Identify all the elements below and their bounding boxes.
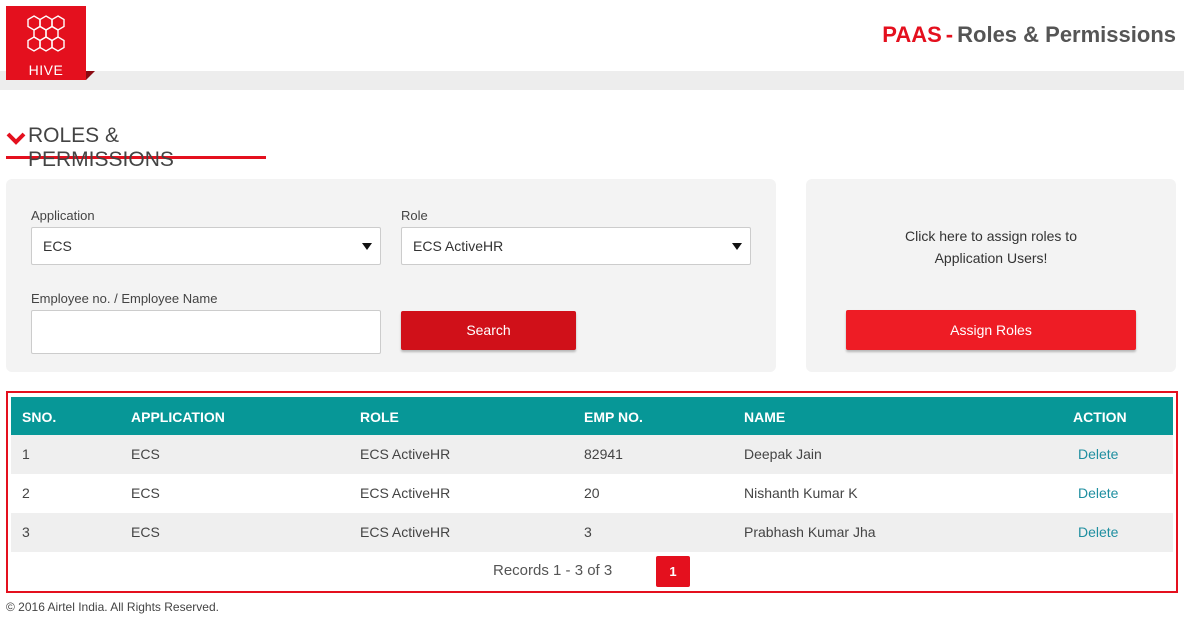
column-header-sno: SNO. (22, 409, 57, 425)
chevron-down-icon (6, 132, 26, 145)
assign-roles-hint: Click here to assign roles to Applicatio… (806, 225, 1176, 269)
assign-hint-line2: Application Users! (934, 250, 1048, 266)
cell-emp-no: 20 (584, 485, 600, 501)
caret-down-icon (362, 243, 372, 250)
table-row: 3 ECS ECS ActiveHR 3 Prabhash Kumar Jha … (11, 513, 1173, 552)
employee-label: Employee no. / Employee Name (31, 291, 218, 306)
logo-fold (86, 71, 95, 80)
cell-sno: 3 (22, 524, 30, 540)
application-select[interactable]: ECS (31, 227, 381, 265)
column-header-action: ACTION (1073, 409, 1127, 425)
cell-name: Prabhash Kumar Jha (744, 524, 876, 540)
employee-search-input[interactable] (31, 310, 381, 354)
assign-roles-panel: Click here to assign roles to Applicatio… (806, 179, 1176, 372)
hexagon-cluster-icon (27, 15, 65, 52)
application-label: Application (31, 208, 95, 223)
assign-roles-button[interactable]: Assign Roles (846, 310, 1136, 350)
role-select[interactable]: ECS ActiveHR (401, 227, 751, 265)
delete-link[interactable]: Delete (1078, 524, 1118, 540)
table-row: 1 ECS ECS ActiveHR 82941 Deepak Jain Del… (11, 435, 1173, 474)
app-title-separator: - (945, 22, 954, 47)
app-title-text: Roles & Permissions (957, 22, 1176, 47)
page-title: ROLES & PERMISSIONS (28, 124, 174, 171)
app-title: PAAS - Roles & Permissions (882, 22, 1176, 48)
header-strip (0, 71, 1184, 90)
delete-link[interactable]: Delete (1078, 485, 1118, 501)
role-select-value: ECS ActiveHR (413, 238, 504, 254)
cell-role: ECS ActiveHR (360, 524, 451, 540)
role-label: Role (401, 208, 428, 223)
cell-role: ECS ActiveHR (360, 485, 451, 501)
hive-logo[interactable]: HIVE (6, 6, 86, 80)
cell-role: ECS ActiveHR (360, 446, 451, 462)
filter-panel: Application ECS Role ECS ActiveHR Employ… (6, 179, 776, 372)
pagination: Records 1 - 3 of 3 1 (11, 555, 1173, 588)
results-table: SNO. APPLICATION ROLE EMP NO. NAME ACTIO… (6, 391, 1178, 593)
application-select-value: ECS (43, 238, 72, 254)
column-header-application: APPLICATION (131, 409, 225, 425)
cell-name: Nishanth Kumar K (744, 485, 858, 501)
delete-link[interactable]: Delete (1078, 446, 1118, 462)
cell-emp-no: 3 (584, 524, 592, 540)
cell-sno: 2 (22, 485, 30, 501)
column-header-name: NAME (744, 409, 786, 425)
caret-down-icon (732, 243, 742, 250)
column-header-emp-no: EMP NO. (584, 409, 643, 425)
app-title-brand: PAAS (882, 22, 942, 47)
cell-application: ECS (131, 524, 160, 540)
section-heading[interactable]: ROLES & PERMISSIONS (6, 124, 266, 171)
cell-sno: 1 (22, 446, 30, 462)
cell-name: Deepak Jain (744, 446, 822, 462)
cell-emp-no: 82941 (584, 446, 623, 462)
table-header: SNO. APPLICATION ROLE EMP NO. NAME ACTIO… (11, 397, 1173, 435)
cell-application: ECS (131, 485, 160, 501)
logo-text: HIVE (28, 62, 64, 78)
search-button[interactable]: Search (401, 311, 576, 350)
page-button-1[interactable]: 1 (656, 556, 690, 587)
assign-hint-line1: Click here to assign roles to (905, 228, 1077, 244)
cell-application: ECS (131, 446, 160, 462)
records-count: Records 1 - 3 of 3 (493, 562, 613, 579)
app-header: HIVE PAAS - Roles & Permissions (0, 0, 1184, 90)
footer-copyright: © 2016 Airtel India. All Rights Reserved… (6, 600, 219, 614)
column-header-role: ROLE (360, 409, 399, 425)
table-row: 2 ECS ECS ActiveHR 20 Nishanth Kumar K D… (11, 474, 1173, 513)
